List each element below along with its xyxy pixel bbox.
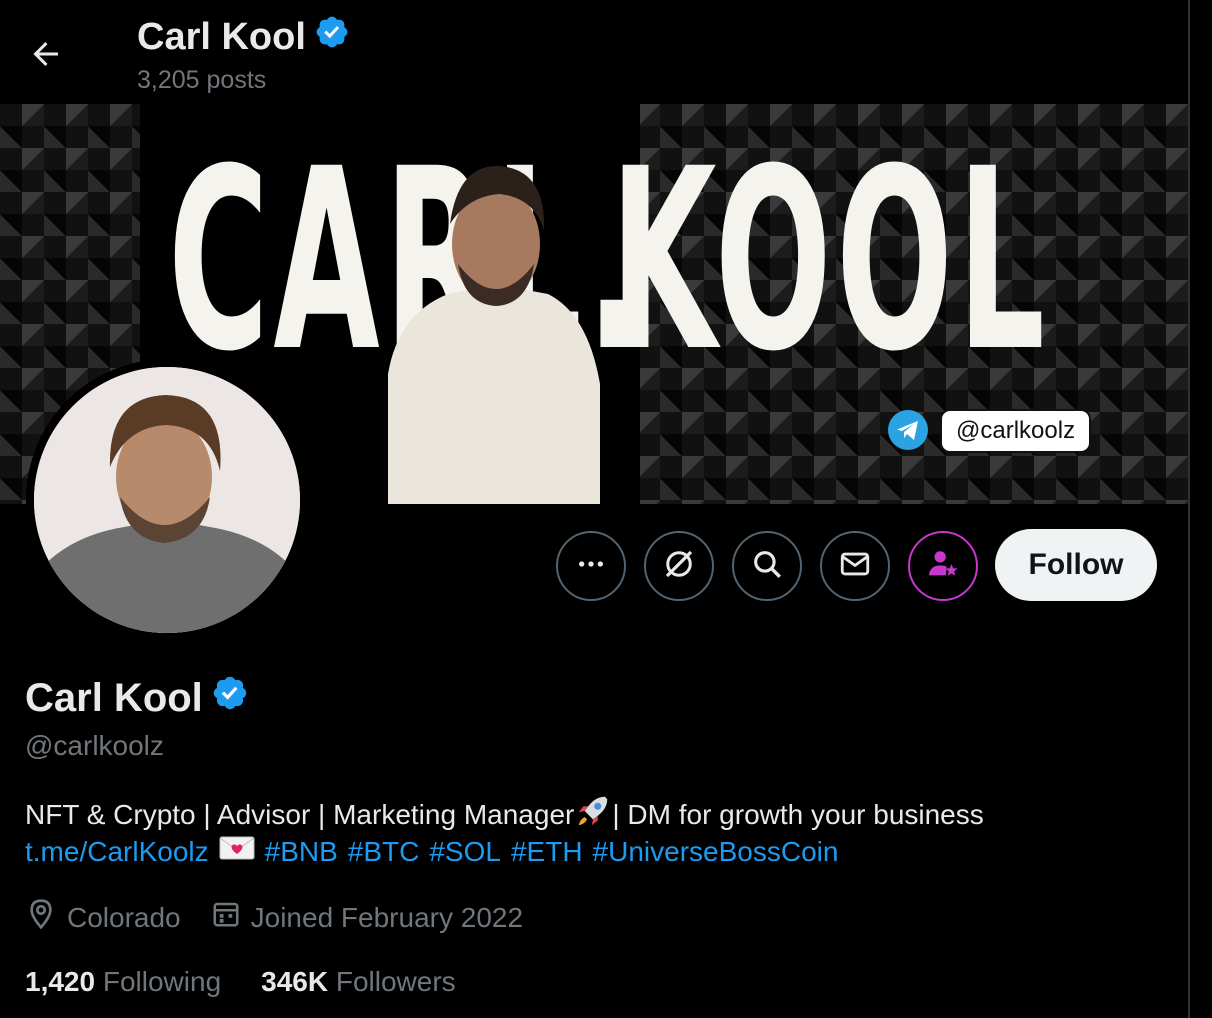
hashtag-sol[interactable]: #SOL [429, 836, 501, 868]
bio-line-2: t.me/CarlKoolz #BNB #BTC #SOL #ETH #Univ… [25, 833, 838, 870]
hashtag-universebosscoin[interactable]: #UniverseBossCoin [593, 836, 839, 868]
banner-title-right: KOOL [610, 115, 1050, 406]
bio-line-1: NFT & Crypto | Advisor | Marketing Manag… [25, 792, 984, 837]
joined-text: Joined February 2022 [250, 901, 524, 933]
search-icon [750, 547, 784, 586]
profile-handle: @carlkoolz [25, 730, 164, 761]
avatar[interactable] [34, 367, 300, 633]
hashtag-eth[interactable]: #ETH [511, 836, 583, 868]
following-link[interactable]: 1,420 Following [25, 966, 221, 998]
profile-meta: Colorado Joined February 2022 [25, 898, 553, 937]
profile-name: Carl Kool [25, 674, 249, 722]
joined-item: Joined February 2022 [211, 899, 523, 936]
telegram-icon [886, 408, 930, 452]
top-bar: Carl Kool 3,205 posts [0, 0, 1188, 104]
following-count: 1,420 [25, 966, 96, 997]
message-button[interactable] [820, 531, 890, 601]
calendar-icon [211, 899, 241, 936]
profile-stats: 1,420 Following 346K Followers [25, 966, 456, 998]
search-button[interactable] [732, 531, 802, 601]
follow-button[interactable]: Follow [995, 529, 1157, 601]
followers-link[interactable]: 346K Followers [261, 966, 456, 998]
back-arrow-icon[interactable] [28, 36, 64, 72]
more-options-button[interactable] [556, 531, 626, 601]
love-letter-emoji-icon [219, 833, 255, 870]
header-name-text: Carl Kool [137, 15, 306, 58]
verified-badge-icon[interactable] [211, 674, 249, 722]
banner-handle-pill: @carlkoolz [940, 409, 1092, 453]
followers-count: 346K [261, 966, 329, 997]
subscribe-person-star-icon [926, 547, 960, 586]
following-label: Following [102, 966, 222, 997]
ellipsis-icon [575, 548, 607, 585]
banner-portrait-image [388, 144, 600, 504]
hashtag-bnb[interactable]: #BNB [265, 836, 338, 868]
subscribe-button[interactable] [908, 531, 978, 601]
bio-text: NFT & Crypto | Advisor | Marketing Manag… [25, 798, 575, 830]
followers-label: Followers [335, 966, 456, 997]
verified-badge-icon [314, 14, 350, 60]
hashtag-btc[interactable]: #BTC [348, 836, 420, 868]
bio-text-tail: | DM for growth your business [612, 798, 984, 830]
profile-name-text: Carl Kool [25, 675, 203, 720]
location-text: Colorado [67, 901, 181, 933]
location-pin-icon [25, 898, 57, 937]
rocket-emoji-icon [574, 792, 612, 837]
header-name: Carl Kool [137, 14, 350, 60]
grok-button[interactable] [644, 531, 714, 601]
mail-icon [838, 547, 872, 586]
location-item: Colorado [25, 898, 181, 937]
header-post-count: 3,205 posts [137, 66, 267, 94]
bio-link[interactable]: t.me/CarlKoolz [25, 836, 209, 868]
column-divider [1188, 0, 1190, 1018]
grok-icon [661, 546, 697, 587]
